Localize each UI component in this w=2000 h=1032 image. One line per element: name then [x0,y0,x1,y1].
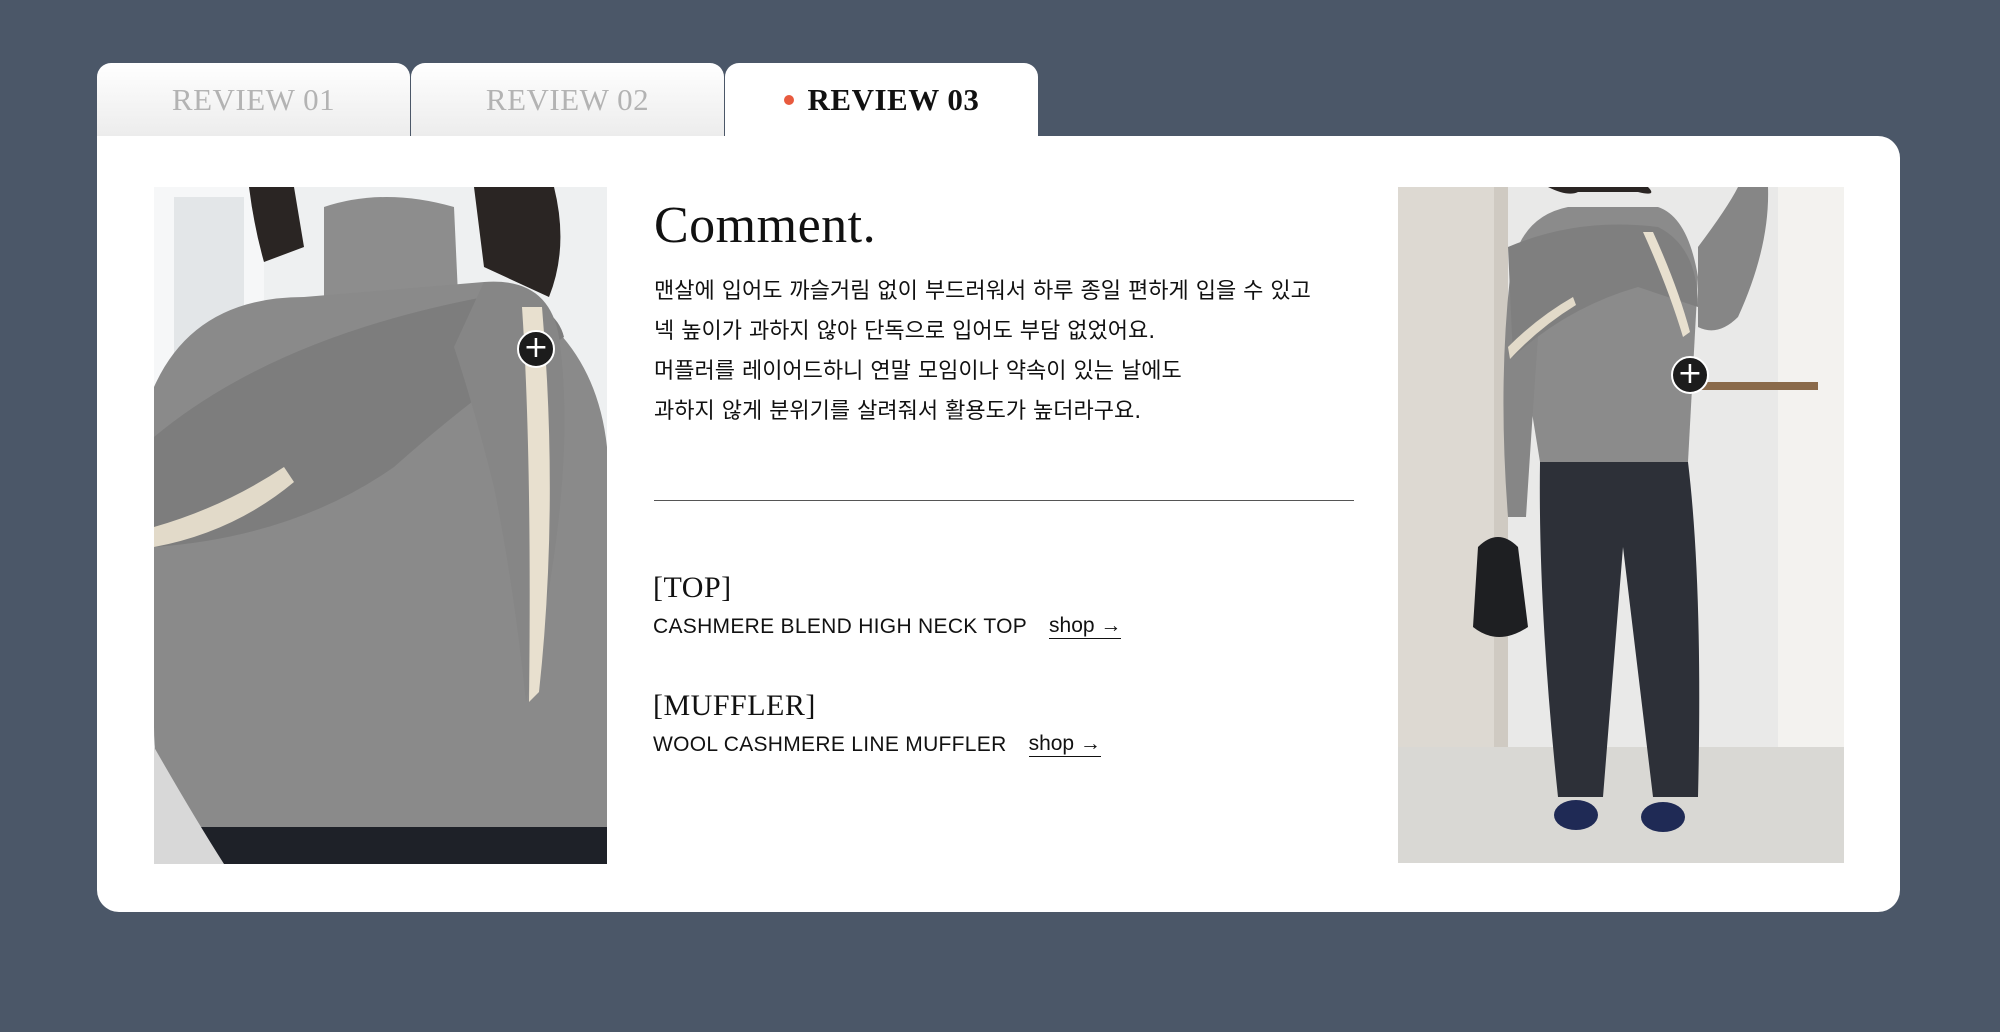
product-photo-closeup: + [154,187,607,864]
product-photo-fullbody: + [1398,187,1844,863]
tab-label: REVIEW 01 [171,82,336,117]
tab-label: REVIEW 02 [485,82,650,117]
product-top: [TOP] CASHMERE BLEND HIGH NECK TOP shop … [653,568,1122,639]
active-dot-icon [783,95,794,105]
product-category: [MUFFLER] [653,689,816,722]
review-card: + Comment. 맨살에 입어도 까슬거림 없이 부드러워서 하루 종일 편… [97,136,1900,912]
comment-text: 맨살에 입어도 까슬거림 없이 부드러워서 하루 종일 편하게 입을 수 있고 … [654,272,1354,432]
shop-link[interactable]: shop → [1049,614,1122,639]
review-tabs: REVIEW 01 REVIEW 02 REVIEW 03 [97,63,1039,137]
product-category: [TOP] [653,571,732,604]
tab-review-02[interactable]: REVIEW 02 [411,63,724,137]
product-name: CASHMERE BLEND HIGH NECK TOP [653,614,1028,638]
comment-line: 넥 높이가 과하지 않아 단독으로 입어도 부담 없었어요. [654,319,1156,344]
comment-title: Comment. [654,197,877,254]
comment-line: 맨살에 입어도 까슬거림 없이 부드러워서 하루 종일 편하게 입을 수 있고 [654,279,1311,304]
outfit-fullbody-image [1398,187,1844,863]
divider [654,500,1354,501]
comment-line: 머플러를 레이어드하니 연말 모임이나 약속이 있는 날에도 [654,359,1182,384]
product-name: WOOL CASHMERE LINE MUFFLER [653,732,1007,756]
hotspot-plus-icon[interactable]: + [517,330,555,368]
tab-review-01[interactable]: REVIEW 01 [97,63,410,137]
sweater-closeup-image [154,187,607,864]
comment-line: 과하지 않게 분위기를 살려줘서 활용도가 높더라구요. [654,399,1142,424]
shop-link[interactable]: shop → [1028,732,1101,757]
hotspot-plus-icon[interactable]: + [1671,356,1709,394]
product-muffler: [MUFFLER] WOOL CASHMERE LINE MUFFLER sho… [653,686,1101,757]
tab-label: REVIEW 03 [807,82,980,117]
tab-review-03[interactable]: REVIEW 03 [725,63,1038,137]
